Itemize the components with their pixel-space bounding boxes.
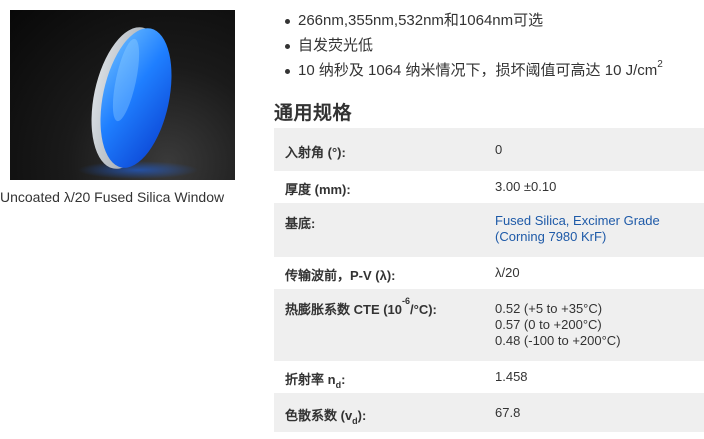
section-title: 通用规格 xyxy=(274,103,353,124)
spec-label: 入射角 (°): xyxy=(285,145,346,160)
spec-label: 基底: xyxy=(285,216,316,231)
spec-row-wavefront: 传输波前，P-V (λ): λ/20 xyxy=(274,257,704,289)
spec-row-thickness: 厚度 (mm): 3.00 ±0.10 xyxy=(274,171,704,203)
product-caption: Uncoated λ/20 Fused Silica Window xyxy=(0,189,225,205)
spec-row-substrate: 基底: Fused Silica, Excimer Grade (Corning… xyxy=(274,203,704,257)
feature-item: 266nm,355nm,532nm和1064nm可选 xyxy=(285,8,663,33)
spec-label: 厚度 (mm): xyxy=(285,182,351,197)
spec-value: λ/20 xyxy=(495,265,520,280)
spec-value: 67.8 xyxy=(495,405,521,420)
spec-value: 0 xyxy=(495,142,503,157)
spec-row-aoi: 入射角 (°): 0 xyxy=(274,128,704,171)
spec-row-abbe-number: 色散系数 (vd): 67.8 xyxy=(274,393,704,432)
spec-label: 折射率 nd: xyxy=(285,372,346,390)
spec-label: 传输波前，P-V (λ): xyxy=(285,268,396,283)
spec-row-cte: 热膨胀系数 CTE (10-6/°C): 0.52 (+5 to +35°C) … xyxy=(274,289,704,361)
spec-label: 热膨胀系数 CTE (10-6/°C): xyxy=(285,296,437,317)
spec-value: 1.458 xyxy=(495,369,528,384)
feature-list: 266nm,355nm,532nm和1064nm可选 自发荧光低 10 纳秒及 … xyxy=(285,8,663,83)
feature-item: 10 纳秒及 1064 纳米情况下，损坏阈值可高达 10 J/cm2 xyxy=(285,58,663,83)
spec-label: 色散系数 (vd): xyxy=(285,408,367,426)
spec-row-refractive-index: 折射率 nd: 1.458 xyxy=(274,361,704,393)
spec-value: 0.52 (+5 to +35°C) 0.57 (0 to +200°C) 0.… xyxy=(495,301,621,348)
window-disc-image xyxy=(78,27,198,179)
substrate-link[interactable]: Fused Silica, Excimer Grade (Corning 798… xyxy=(495,213,660,245)
spec-value: 3.00 ±0.10 xyxy=(495,179,557,194)
product-image xyxy=(10,10,235,180)
feature-item: 自发荧光低 xyxy=(285,33,663,58)
